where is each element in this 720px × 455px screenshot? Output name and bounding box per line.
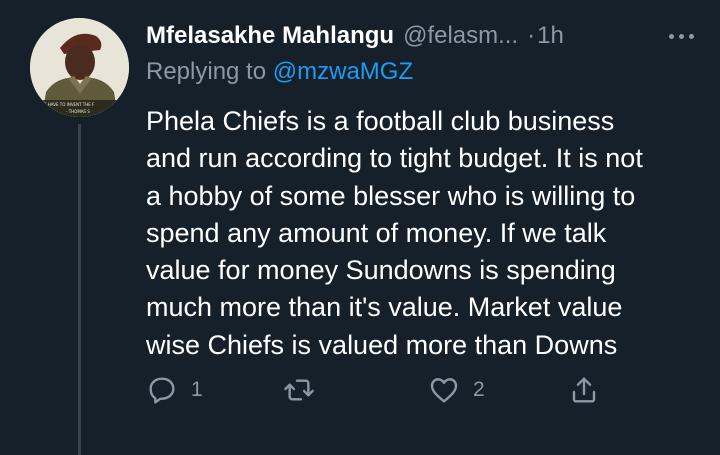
like-count: 2	[473, 378, 485, 401]
replying-to-prefix: Replying to	[146, 58, 273, 85]
share-button[interactable]	[568, 372, 600, 408]
thread-line	[78, 124, 81, 455]
replying-to: Replying to @mzwaMGZ	[146, 55, 413, 89]
tweet-body: Phela Chiefs is a football club business…	[146, 103, 686, 364]
avatar-image: WE HAVE TO INVENT THE F - THOMAS S	[30, 18, 129, 117]
avatar[interactable]: WE HAVE TO INVENT THE F - THOMAS S	[30, 18, 129, 117]
mention-link[interactable]: @mzwaMGZ	[273, 58, 413, 85]
tweet-actions: 1 2	[146, 372, 616, 408]
tweet-body-line: a hobby of some blesser who is willing t…	[146, 180, 636, 211]
svg-text:WE HAVE TO INVENT THE F: WE HAVE TO INVENT THE F	[40, 102, 95, 107]
tweet-body-line: Phela Chiefs is a football club business	[146, 106, 615, 136]
author-handle[interactable]: @felasm...	[403, 19, 518, 53]
author-name[interactable]: Mfelasakhe Mahlangu	[146, 19, 394, 53]
retweet-icon	[284, 379, 314, 401]
timestamp[interactable]: 1h	[537, 19, 564, 53]
reply-count: 1	[191, 378, 203, 401]
tweet: WE HAVE TO INVENT THE F - THOMAS S Mfela…	[0, 0, 720, 455]
reply-button[interactable]: 1	[146, 372, 203, 408]
heart-icon	[430, 378, 458, 403]
share-icon	[572, 377, 596, 403]
tweet-body-line: much more than it's value. Market value	[146, 292, 623, 323]
tweet-body-line: spend any amount of money. If we talk	[146, 217, 607, 248]
svg-text:- THOMAS S: - THOMAS S	[66, 109, 90, 114]
tweet-header: Mfelasakhe Mahlangu @felasm... · 1h	[146, 19, 700, 53]
retweet-button[interactable]	[283, 372, 328, 408]
tweet-body-line: value for money Sundowns is spending	[146, 255, 616, 286]
like-button[interactable]: 2	[428, 372, 485, 408]
separator-dot: ·	[527, 22, 536, 49]
reply-icon	[149, 377, 175, 404]
more-icon[interactable]	[669, 19, 694, 53]
tweet-body-line: wise Chiefs is valued more than Downs	[146, 329, 618, 360]
tweet-body-line: and run according to tight budget. It is…	[146, 143, 643, 174]
